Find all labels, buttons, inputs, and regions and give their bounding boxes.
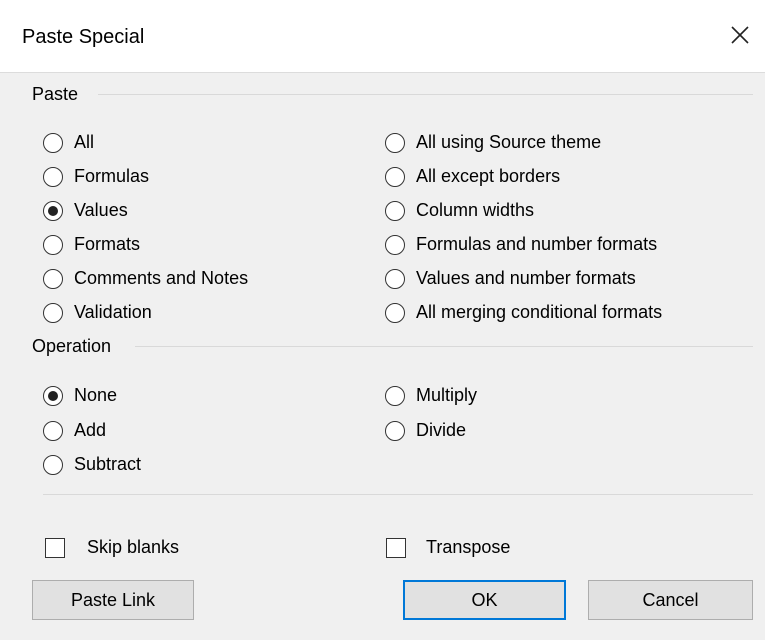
radio-circle [385, 268, 405, 289]
radio-circle [43, 132, 63, 153]
paste-divider [98, 94, 753, 95]
radio-circle [385, 132, 405, 153]
close-icon [731, 26, 749, 44]
title-bar: Paste Special [0, 0, 765, 73]
radio-operation-add[interactable]: Add [43, 420, 106, 441]
radio-operation-none[interactable]: None [43, 385, 117, 406]
ok-button[interactable]: OK [403, 580, 566, 620]
radio-circle [385, 420, 405, 441]
radio-paste-values[interactable]: Values [43, 200, 128, 221]
radio-circle [43, 302, 63, 323]
radio-label: Multiply [416, 385, 478, 405]
radio-operation-subtract[interactable]: Subtract [43, 454, 141, 475]
radio-label: All except borders [416, 166, 561, 186]
radio-paste-comments-notes[interactable]: Comments and Notes [43, 268, 248, 289]
radio-circle [385, 200, 405, 221]
radio-circle [43, 166, 63, 187]
radio-circle [43, 234, 63, 255]
radio-paste-all[interactable]: All [43, 132, 94, 153]
radio-circle [43, 385, 63, 406]
radio-label: Formats [74, 234, 141, 254]
radio-paste-column-widths[interactable]: Column widths [385, 200, 534, 221]
radio-label: Divide [416, 420, 467, 440]
transpose-checkbox[interactable]: Transpose [386, 537, 510, 558]
radio-label: Values [74, 200, 128, 220]
radio-label: All using Source theme [416, 132, 602, 152]
radio-circle [385, 166, 405, 187]
radio-paste-formulas-number-formats[interactable]: Formulas and number formats [385, 234, 657, 255]
dialog-title: Paste Special [22, 26, 145, 48]
checkbox-divider [43, 494, 753, 495]
radio-paste-formats[interactable]: Formats [43, 234, 140, 255]
radio-paste-all-merging-conditional[interactable]: All merging conditional formats [385, 302, 662, 323]
radio-label: All merging conditional formats [416, 302, 663, 322]
radio-circle [43, 454, 63, 475]
radio-label: Formulas and number formats [416, 234, 658, 254]
skip-blanks-checkbox[interactable]: Skip blanks [45, 537, 179, 558]
checkbox-label: Skip blanks [87, 537, 180, 557]
radio-paste-values-number-formats[interactable]: Values and number formats [385, 268, 636, 289]
radio-label: Add [74, 420, 107, 440]
radio-label: Formulas [74, 166, 150, 186]
radio-paste-validation[interactable]: Validation [43, 302, 152, 323]
radio-circle [43, 420, 63, 441]
operation-divider [135, 346, 753, 347]
radio-label: Values and number formats [416, 268, 636, 288]
radio-circle [385, 234, 405, 255]
radio-label: Validation [74, 302, 152, 322]
radio-circle [385, 385, 405, 406]
checkbox-box [386, 537, 406, 558]
close-button[interactable] [725, 20, 755, 50]
radio-paste-all-except-borders[interactable]: All except borders [385, 166, 560, 187]
radio-label: None [74, 385, 118, 405]
radio-label: All [74, 132, 95, 152]
radio-paste-all-source-theme[interactable]: All using Source theme [385, 132, 601, 153]
checkbox-box [45, 537, 65, 558]
radio-circle [43, 200, 63, 221]
radio-label: Comments and Notes [74, 268, 249, 288]
radio-label: Subtract [74, 454, 142, 474]
radio-circle [43, 268, 63, 289]
operation-section-label: Operation [32, 336, 112, 356]
checkbox-label: Transpose [426, 537, 511, 557]
paste-link-button[interactable]: Paste Link [32, 580, 194, 620]
radio-paste-formulas[interactable]: Formulas [43, 166, 149, 187]
radio-operation-divide[interactable]: Divide [385, 420, 466, 441]
radio-label: Column widths [416, 200, 535, 220]
paste-section-label: Paste [32, 84, 79, 104]
radio-operation-multiply[interactable]: Multiply [385, 385, 477, 406]
cancel-button[interactable]: Cancel [588, 580, 753, 620]
radio-circle [385, 302, 405, 323]
